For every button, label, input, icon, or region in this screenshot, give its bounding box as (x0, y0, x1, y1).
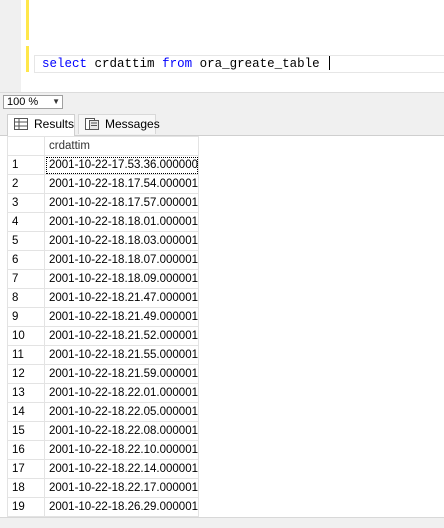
table-cell[interactable]: 2001-10-22-18.21.59.000001 (45, 365, 199, 384)
row-number[interactable]: 1 (8, 156, 45, 175)
table-row[interactable]: 7 2001-10-22-18.18.09.000001 (8, 270, 199, 289)
row-number[interactable]: 7 (8, 270, 45, 289)
table-row[interactable]: 12 2001-10-22-18.21.59.000001 (8, 365, 199, 384)
row-number[interactable]: 19 (8, 498, 45, 517)
row-number[interactable]: 8 (8, 289, 45, 308)
table-cell[interactable]: 2001-10-22-18.18.01.000001 (45, 213, 199, 232)
row-number[interactable]: 15 (8, 422, 45, 441)
query-editor[interactable]: select crdattim from ora_greate_table (0, 0, 444, 92)
row-number[interactable]: 9 (8, 308, 45, 327)
table-cell[interactable]: 2001-10-22-18.21.55.000001 (45, 346, 199, 365)
query-column: crdattim (95, 57, 155, 71)
grid-icon (14, 118, 28, 130)
table-cell[interactable]: 2001-10-22-18.17.57.000001 (45, 194, 199, 213)
table-row[interactable]: 15 2001-10-22-18.22.08.000001 (8, 422, 199, 441)
row-number[interactable]: 4 (8, 213, 45, 232)
table-row[interactable]: 1 2001-10-22-17.53.36.000000 (8, 156, 199, 175)
row-number[interactable]: 2 (8, 175, 45, 194)
table-cell[interactable]: 2001-10-22-18.22.05.000001 (45, 403, 199, 422)
messages-icon (85, 118, 99, 130)
table-row[interactable]: 5 2001-10-22-18.18.03.000001 (8, 232, 199, 251)
results-grid-area: crdattim 1 2001-10-22-17.53.36.000000 2 200… (0, 136, 444, 527)
table-cell[interactable]: 2001-10-22-18.22.08.000001 (45, 422, 199, 441)
table-row[interactable]: 2 2001-10-22-18.17.54.000001 (8, 175, 199, 194)
table-cell[interactable]: 2001-10-22-18.18.07.000001 (45, 251, 199, 270)
row-number[interactable]: 3 (8, 194, 45, 213)
table-row[interactable]: 4 2001-10-22-18.18.01.000001 (8, 213, 199, 232)
table-cell[interactable]: 2001-10-22-18.22.14.000001 (45, 460, 199, 479)
table-cell[interactable]: 2001-10-22-18.21.47.000001 (45, 289, 199, 308)
table-row[interactable]: 10 2001-10-22-18.21.52.000001 (8, 327, 199, 346)
row-number[interactable]: 12 (8, 365, 45, 384)
table-cell[interactable]: 2001-10-22-18.22.17.000001 (45, 479, 199, 498)
table-row[interactable]: 17 2001-10-22-18.22.14.000001 (8, 460, 199, 479)
table-row[interactable]: 14 2001-10-22-18.22.05.000001 (8, 403, 199, 422)
status-strip (0, 517, 444, 528)
tab-messages[interactable]: Messages (78, 114, 156, 134)
table-row[interactable]: 16 2001-10-22-18.22.10.000001 (8, 441, 199, 460)
table-row[interactable]: 11 2001-10-22-18.21.55.000001 (8, 346, 199, 365)
text-caret (329, 56, 330, 70)
row-number[interactable]: 16 (8, 441, 45, 460)
results-grid: crdattim 1 2001-10-22-17.53.36.000000 2 200… (7, 136, 199, 517)
row-number[interactable]: 5 (8, 232, 45, 251)
row-header-corner[interactable] (8, 137, 45, 156)
zoom-bar: 100 % ▼ (0, 92, 444, 111)
table-row[interactable]: 3 2001-10-22-18.17.57.000001 (8, 194, 199, 213)
sql-query-line[interactable]: select crdattim from ora_greate_table (42, 56, 330, 72)
tab-results-label: Results (34, 117, 74, 131)
row-number[interactable]: 10 (8, 327, 45, 346)
table-cell[interactable]: 2001-10-22-18.18.03.000001 (45, 232, 199, 251)
row-number[interactable]: 11 (8, 346, 45, 365)
table-cell[interactable]: 2001-10-22-18.26.29.000001 (45, 498, 199, 517)
zoom-value: 100 % (7, 96, 38, 108)
table-cell[interactable]: 2001-10-22-17.53.36.000000 (45, 156, 199, 175)
table-cell[interactable]: 2001-10-22-18.17.54.000001 (45, 175, 199, 194)
tab-messages-label: Messages (105, 117, 160, 131)
select-keyword: select (42, 57, 87, 71)
row-number[interactable]: 18 (8, 479, 45, 498)
zoom-dropdown[interactable]: 100 % ▼ (3, 95, 63, 109)
table-row[interactable]: 19 2001-10-22-18.26.29.000001 (8, 498, 199, 517)
table-cell[interactable]: 2001-10-22-18.21.52.000001 (45, 327, 199, 346)
tab-results[interactable]: Results (7, 114, 75, 136)
editor-gutter (0, 0, 21, 92)
change-indicator (26, 0, 29, 40)
table-cell[interactable]: 2001-10-22-18.22.01.000001 (45, 384, 199, 403)
row-number[interactable]: 17 (8, 460, 45, 479)
column-header[interactable]: crdattim (45, 137, 199, 156)
query-table: ora_greate_table (200, 57, 320, 71)
table-row[interactable]: 13 2001-10-22-18.22.01.000001 (8, 384, 199, 403)
table-cell[interactable]: 2001-10-22-18.21.49.000001 (45, 308, 199, 327)
table-row[interactable]: 6 2001-10-22-18.18.07.000001 (8, 251, 199, 270)
row-number[interactable]: 14 (8, 403, 45, 422)
table-cell[interactable]: 2001-10-22-18.22.10.000001 (45, 441, 199, 460)
from-keyword: from (162, 57, 192, 71)
table-row[interactable]: 18 2001-10-22-18.22.17.000001 (8, 479, 199, 498)
row-number[interactable]: 6 (8, 251, 45, 270)
chevron-down-icon: ▼ (52, 96, 60, 108)
table-cell[interactable]: 2001-10-22-18.18.09.000001 (45, 270, 199, 289)
row-number[interactable]: 13 (8, 384, 45, 403)
results-tabstrip: Results Messages (0, 110, 444, 136)
table-row[interactable]: 8 2001-10-22-18.21.47.000001 (8, 289, 199, 308)
table-row[interactable]: 9 2001-10-22-18.21.49.000001 (8, 308, 199, 327)
change-indicator (26, 46, 29, 72)
